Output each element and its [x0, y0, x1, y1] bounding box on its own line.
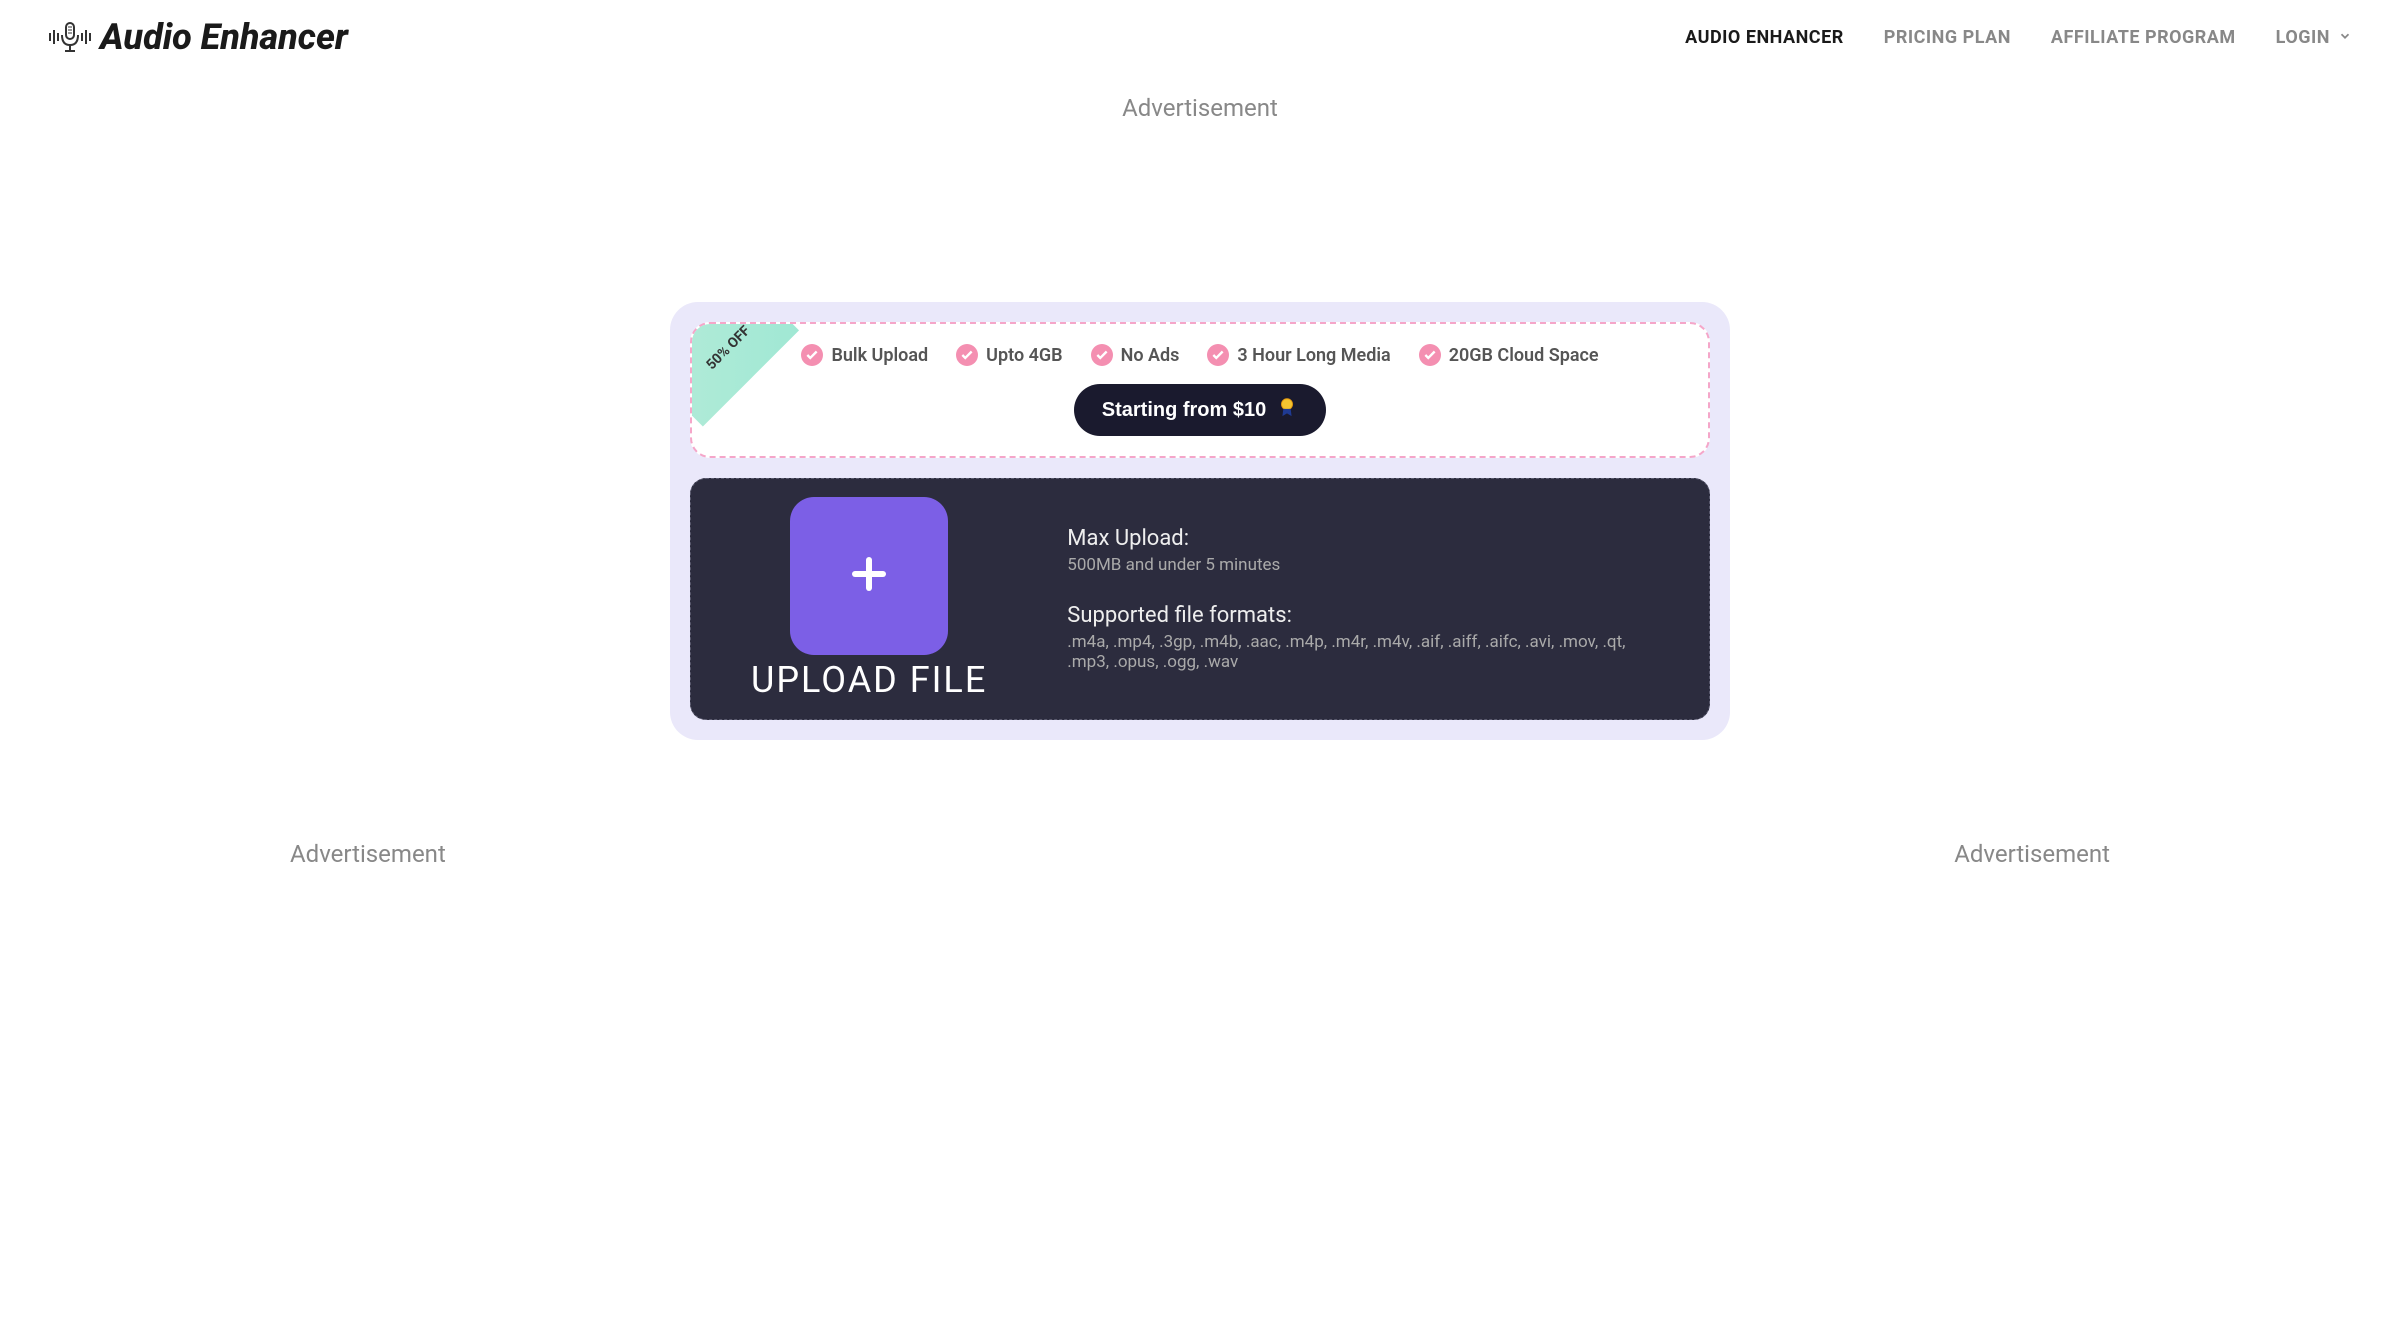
upload-info: Max Upload: 500MB and under 5 minutes Su… [1067, 526, 1649, 672]
formats-title: Supported file formats: [1067, 603, 1649, 628]
logo-text: Audio Enhancer [100, 16, 348, 58]
check-icon [1091, 344, 1113, 366]
nav-pricing-plan[interactable]: PRICING PLAN [1884, 27, 2011, 48]
price-button-label: Starting from $10 [1102, 399, 1266, 422]
price-button[interactable]: Starting from $10 [1074, 384, 1326, 436]
bottom-ads: Advertisement Advertisement [0, 740, 2400, 908]
feature-3-hour-media: 3 Hour Long Media [1207, 344, 1390, 366]
feature-label: Bulk Upload [831, 345, 928, 366]
feature-bulk-upload: Bulk Upload [801, 344, 928, 366]
feature-no-ads: No Ads [1091, 344, 1180, 366]
advertisement-top: Advertisement [0, 94, 2400, 122]
feature-label: 20GB Cloud Space [1449, 345, 1599, 366]
main-nav: AUDIO ENHANCER PRICING PLAN AFFILIATE PR… [1685, 27, 2352, 48]
formats-detail: .m4a, .mp4, .3gp, .m4b, .aac, .m4p, .m4r… [1067, 632, 1649, 672]
logo[interactable]: Audio Enhancer [48, 16, 348, 58]
max-upload-detail: 500MB and under 5 minutes [1067, 555, 1649, 575]
nav-label: PRICING PLAN [1884, 27, 2011, 48]
feature-upto-4gb: Upto 4GB [956, 344, 1062, 366]
advertisement-bottom-left: Advertisement [290, 840, 446, 868]
nav-affiliate-program[interactable]: AFFILIATE PROGRAM [2051, 27, 2236, 48]
max-upload-title: Max Upload: [1067, 526, 1649, 551]
upload-left: UPLOAD FILE [751, 497, 987, 701]
nav-login[interactable]: LOGIN [2276, 27, 2352, 48]
promo-box: 50% OFF Bulk Upload Upto 4GB No Ads [690, 322, 1710, 458]
feature-cloud-space: 20GB Cloud Space [1419, 344, 1599, 366]
upload-box: UPLOAD FILE Max Upload: 500MB and under … [690, 478, 1710, 720]
nav-label: LOGIN [2276, 27, 2330, 48]
upload-label: UPLOAD FILE [751, 659, 987, 701]
ribbon-badge-icon [1276, 396, 1298, 424]
check-icon [801, 344, 823, 366]
plus-icon [845, 550, 893, 602]
advertisement-bottom-right: Advertisement [1954, 840, 2110, 868]
check-icon [1207, 344, 1229, 366]
check-icon [1419, 344, 1441, 366]
chevron-down-icon [2338, 27, 2352, 48]
upload-file-button[interactable] [790, 497, 948, 655]
main-panel: 50% OFF Bulk Upload Upto 4GB No Ads [670, 302, 1730, 740]
nav-audio-enhancer[interactable]: AUDIO ENHANCER [1685, 27, 1844, 48]
check-icon [956, 344, 978, 366]
features-row: Bulk Upload Upto 4GB No Ads 3 Hour Long … [732, 344, 1668, 366]
nav-label: AUDIO ENHANCER [1685, 27, 1844, 48]
feature-label: 3 Hour Long Media [1237, 345, 1390, 366]
header: Audio Enhancer AUDIO ENHANCER PRICING PL… [0, 0, 2400, 74]
nav-label: AFFILIATE PROGRAM [2051, 27, 2236, 48]
microphone-icon [48, 17, 92, 57]
feature-label: No Ads [1121, 345, 1180, 366]
feature-label: Upto 4GB [986, 345, 1062, 366]
